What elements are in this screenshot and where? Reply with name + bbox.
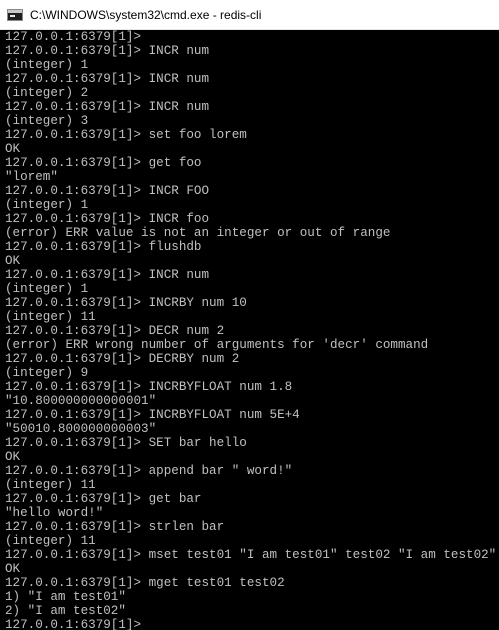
prompt-line: 127.0.0.1:6379[1]> INCRBYFLOAT num 1.8 [5,380,293,394]
output-line: (integer) 1 [5,198,89,212]
console-output[interactable]: 127.0.0.1:6379[1]> 127.0.0.1:6379[1]> INC… [0,30,499,630]
prompt-line: 127.0.0.1:6379[1]> mset test01 "I am tes… [5,548,497,562]
prompt-line: 127.0.0.1:6379[1]> append bar " word!" [5,464,293,478]
prompt-line: 127.0.0.1:6379[1]> DECR num 2 [5,324,225,338]
prompt-line: 127.0.0.1:6379[1]> INCRBY num 10 [5,296,247,310]
prompt-line: 127.0.0.1:6379[1]> flushdb [5,240,202,254]
prompt-line: 127.0.0.1:6379[1]> get bar [5,492,202,506]
output-line: (error) ERR value is not an integer or o… [5,226,391,240]
output-line: (integer) 11 [5,310,96,324]
window-title: C:\WINDOWS\system32\cmd.exe - redis-cli [30,7,262,22]
output-line: (integer) 1 [5,58,89,72]
output-line: OK [5,142,21,156]
prompt-line: 127.0.0.1:6379[1]> DECRBY num 2 [5,352,240,366]
title-bar[interactable]: C:\WINDOWS\system32\cmd.exe - redis-cli [0,0,499,30]
output-line: OK [5,450,21,464]
prompt-line: 127.0.0.1:6379[1]> SET bar hello [5,436,247,450]
prompt-line: 127.0.0.1:6379[1]> set foo lorem [5,128,247,142]
output-line: "50010.800000000003" [5,422,157,436]
output-line: (integer) 11 [5,534,96,548]
prompt-line: 127.0.0.1:6379[1]> [5,618,142,630]
output-line: "hello word!" [5,506,104,520]
output-line: (integer) 11 [5,478,96,492]
prompt-line: 127.0.0.1:6379[1]> [5,30,142,44]
prompt-line: 127.0.0.1:6379[1]> get foo [5,156,202,170]
prompt-line: 127.0.0.1:6379[1]> INCR num [5,72,210,86]
cmd-window: C:\WINDOWS\system32\cmd.exe - redis-cli … [0,0,499,630]
output-line: "lorem" [5,170,58,184]
prompt-line: 127.0.0.1:6379[1]> INCR FOO [5,184,210,198]
prompt-line: 127.0.0.1:6379[1]> INCR num [5,44,210,58]
output-line: (integer) 2 [5,86,89,100]
output-line: OK [5,254,21,268]
prompt-line: 127.0.0.1:6379[1]> INCR num [5,268,210,282]
output-line: (integer) 1 [5,282,89,296]
prompt-line: 127.0.0.1:6379[1]> strlen bar [5,520,225,534]
output-line: (integer) 9 [5,366,89,380]
prompt-line: 127.0.0.1:6379[1]> INCR num [5,100,210,114]
output-line: 1) "I am test01" [5,590,126,604]
prompt-line: 127.0.0.1:6379[1]> mget test01 test02 [5,576,285,590]
output-line: "10.800000000000001" [5,394,157,408]
output-line: 2) "I am test02" [5,604,126,618]
output-line: (integer) 3 [5,114,89,128]
prompt-line: 127.0.0.1:6379[1]> INCR foo [5,212,210,226]
prompt-line: 127.0.0.1:6379[1]> INCRBYFLOAT num 5E+4 [5,408,300,422]
cmd-icon[interactable] [7,8,23,21]
output-line: OK [5,562,21,576]
output-line: (error) ERR wrong number of arguments fo… [5,338,429,352]
